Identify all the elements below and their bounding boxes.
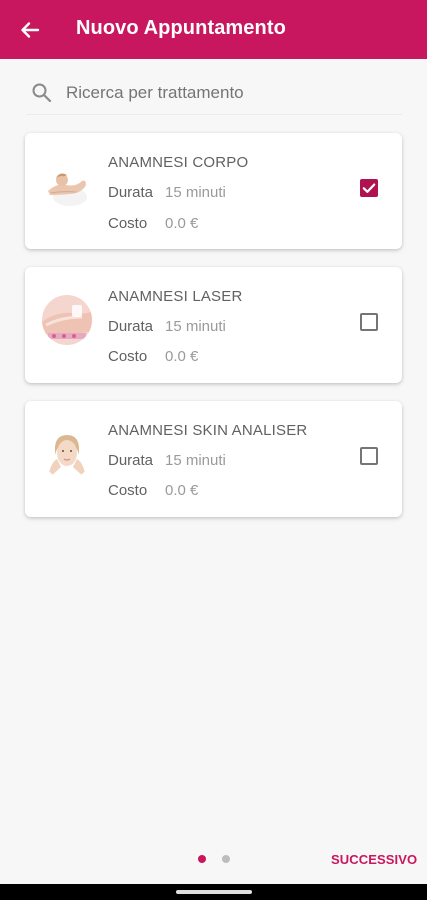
treatment-card-anamnesi-corpo[interactable]: ANAMNESI CORPO Durata 15 minuti Costo 0.… (25, 133, 402, 249)
app-bar: Nuovo Appuntamento (0, 0, 427, 59)
treatment-title: ANAMNESI SKIN ANALISER (108, 422, 308, 439)
duration-value: 15 minuti (165, 184, 226, 201)
duration-value: 15 minuti (165, 452, 226, 469)
duration-label: Durata (108, 318, 154, 335)
cost-label: Costo (108, 348, 148, 365)
duration-label: Durata (108, 184, 154, 201)
cost-value: 0.0 € (165, 348, 199, 365)
face-skin-photo (42, 429, 92, 479)
system-navigation-bar (0, 884, 427, 900)
next-button[interactable]: SUCCESSIVO (331, 852, 417, 867)
page-title: Nuovo Appuntamento (76, 17, 286, 39)
select-checkbox[interactable] (360, 447, 378, 465)
cost-label: Costo (108, 215, 148, 232)
search-input[interactable] (66, 80, 386, 106)
search-icon (32, 83, 52, 103)
treatment-title: ANAMNESI LASER (108, 288, 243, 305)
page-indicator-active-dot (198, 855, 206, 863)
cost-label: Costo (108, 482, 148, 499)
checkmark-icon (362, 183, 376, 193)
select-checkbox[interactable] (360, 313, 378, 331)
select-checkbox[interactable] (360, 179, 378, 197)
treatment-title: ANAMNESI CORPO (108, 154, 249, 171)
back-button[interactable] (14, 14, 46, 46)
search-bar (26, 74, 402, 115)
home-indicator[interactable] (176, 890, 252, 894)
treatment-card-anamnesi-skin-analiser[interactable]: ANAMNESI SKIN ANALISER Durata 15 minuti … (25, 401, 402, 517)
laser-treatment-photo (42, 295, 92, 345)
cost-value: 0.0 € (165, 215, 199, 232)
arrow-back-icon (21, 22, 40, 38)
body-treatment-photo (42, 161, 92, 211)
page-indicator-dot (222, 855, 230, 863)
cost-value: 0.0 € (165, 482, 199, 499)
duration-value: 15 minuti (165, 318, 226, 335)
duration-label: Durata (108, 452, 154, 469)
treatment-card-anamnesi-laser[interactable]: ANAMNESI LASER Durata 15 minuti Costo 0.… (25, 267, 402, 383)
